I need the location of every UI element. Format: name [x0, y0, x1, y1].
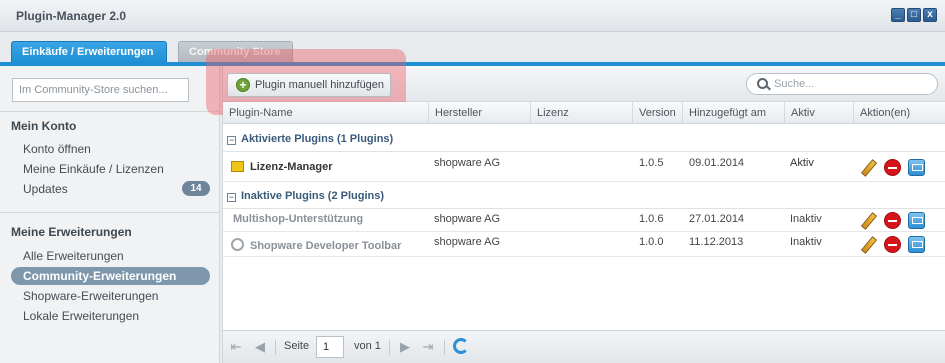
sidebar-heading-extensions: Meine Erweiterungen [11, 225, 132, 239]
search-icon [757, 78, 768, 89]
sidebar-item-community-extensions[interactable]: Community-Erweiterungen [11, 267, 210, 285]
plugin-status: Inaktiv [790, 236, 822, 248]
plugin-added-date: 27.01.2014 [689, 213, 745, 225]
table-row[interactable]: Lizenz-Manager shopware AG 1.0.5 09.01.2… [223, 153, 945, 182]
collapse-icon[interactable]: − [227, 136, 236, 145]
column-header-actions: Aktion(en) [860, 107, 911, 119]
delete-icon[interactable] [884, 212, 901, 229]
fingerprint-icon [231, 238, 244, 251]
edit-icon[interactable] [859, 212, 876, 229]
plugin-version: 1.0.5 [639, 157, 664, 169]
minimize-icon[interactable]: _ [891, 8, 905, 22]
configure-icon[interactable] [908, 236, 925, 253]
updates-count-badge: 14 [182, 181, 210, 196]
plugin-name: Lizenz-Manager [250, 161, 333, 173]
page-label: Seite [284, 340, 310, 352]
column-header-license[interactable]: Lizenz [531, 102, 633, 124]
sidebar-item-label: Updates [23, 182, 68, 196]
delete-icon[interactable] [884, 159, 901, 176]
window-header: Plugin-Manager 2.0 _ □ x [0, 0, 945, 32]
toolbar: + Plugin manuell hinzufügen Suche... [206, 49, 945, 115]
plus-icon: + [236, 78, 250, 92]
pager-separator [389, 340, 390, 355]
configure-icon[interactable] [908, 159, 925, 176]
previous-page-icon[interactable]: ◀ [253, 340, 267, 354]
group-active-plugins[interactable]: − Aktivierte Plugins (1 Plugins) [223, 128, 945, 152]
collapse-icon[interactable]: − [227, 193, 236, 202]
plugin-panel: + Plugin manuell hinzufügen Suche... Plu… [206, 49, 945, 363]
sidebar-item-open-account[interactable]: Konto öffnen [11, 140, 210, 158]
plugin-status: Aktiv [790, 157, 814, 169]
column-header-name[interactable]: Plugin-Name [223, 102, 429, 124]
add-plugin-label: Plugin manuell hinzufügen [255, 79, 385, 91]
pager-separator [275, 340, 276, 355]
maximize-icon[interactable]: □ [907, 8, 921, 22]
tab-purchases-extensions[interactable]: Einkäufe / Erweiterungen [11, 41, 167, 63]
delete-icon[interactable] [884, 236, 901, 253]
table-row[interactable]: Multishop-Unterstützung shopware AG 1.0.… [223, 210, 945, 232]
plugin-vendor: shopware AG [434, 157, 501, 169]
add-plugin-manually-button[interactable]: + Plugin manuell hinzufügen [227, 73, 391, 97]
search-placeholder: Suche... [774, 78, 815, 90]
sidebar-divider [0, 212, 220, 213]
table-row[interactable]: Shopware Developer Toolbar shopware AG 1… [223, 232, 945, 257]
last-page-icon[interactable]: ⇥ [421, 340, 435, 354]
group-label: Inaktive Plugins (2 Plugins) [241, 190, 385, 202]
sidebar-item-updates[interactable]: Updates 14 [11, 180, 210, 198]
license-icon [231, 161, 244, 172]
sidebar-item-all-extensions[interactable]: Alle Erweiterungen [11, 247, 210, 265]
page-count-label: von 1 [354, 340, 381, 352]
sidebar: Im Community-Store suchen... Mein Konto … [0, 66, 220, 363]
page-number-input[interactable]: 1 [316, 336, 344, 358]
configure-icon[interactable] [908, 212, 925, 229]
plugin-added-date: 09.01.2014 [689, 157, 745, 169]
grid-header: Plugin-Name Hersteller Lizenz Version Hi… [223, 102, 945, 124]
group-label: Aktivierte Plugins (1 Plugins) [241, 133, 394, 145]
edit-icon[interactable] [859, 236, 876, 253]
group-inactive-plugins[interactable]: − Inaktive Plugins (2 Plugins) [223, 185, 945, 209]
edit-icon[interactable] [859, 159, 876, 176]
sidebar-item-purchases[interactable]: Meine Einkäufe / Lizenzen [11, 160, 210, 178]
column-header-version[interactable]: Version [633, 102, 683, 124]
plugin-added-date: 11.12.2013 [689, 236, 744, 248]
plugin-name: Shopware Developer Toolbar [250, 240, 402, 252]
window-title: Plugin-Manager 2.0 [16, 9, 127, 23]
sidebar-item-shopware-extensions[interactable]: Shopware-Erweiterungen [11, 287, 210, 305]
community-search-input[interactable]: Im Community-Store suchen... [12, 78, 189, 102]
window-controls: _ □ x [891, 8, 937, 22]
plugin-version: 1.0.0 [639, 236, 664, 248]
sidebar-item-local-extensions[interactable]: Lokale Erweiterungen [11, 307, 210, 325]
plugin-name: Multishop-Unterstützung [233, 213, 364, 225]
column-header-active[interactable]: Aktiv [785, 102, 854, 124]
first-page-icon[interactable]: ⇤ [229, 340, 243, 354]
column-header-added[interactable]: Hinzugefügt am [683, 102, 785, 124]
plugin-vendor: shopware AG [434, 213, 501, 225]
column-header-vendor[interactable]: Hersteller [429, 102, 531, 124]
pagination-bar: ⇤ ◀ Seite 1 von 1 ▶ ⇥ [223, 330, 945, 363]
sidebar-divider [0, 111, 220, 112]
plugin-status: Inaktiv [790, 213, 822, 225]
plugin-search-input[interactable]: Suche... [746, 73, 938, 95]
close-icon[interactable]: x [923, 8, 937, 22]
pager-separator [444, 340, 445, 355]
next-page-icon[interactable]: ▶ [398, 340, 412, 354]
sidebar-heading-account: Mein Konto [11, 119, 77, 133]
plugin-version: 1.0.6 [639, 213, 664, 225]
plugin-vendor: shopware AG [434, 236, 501, 248]
refresh-icon[interactable] [453, 338, 469, 354]
